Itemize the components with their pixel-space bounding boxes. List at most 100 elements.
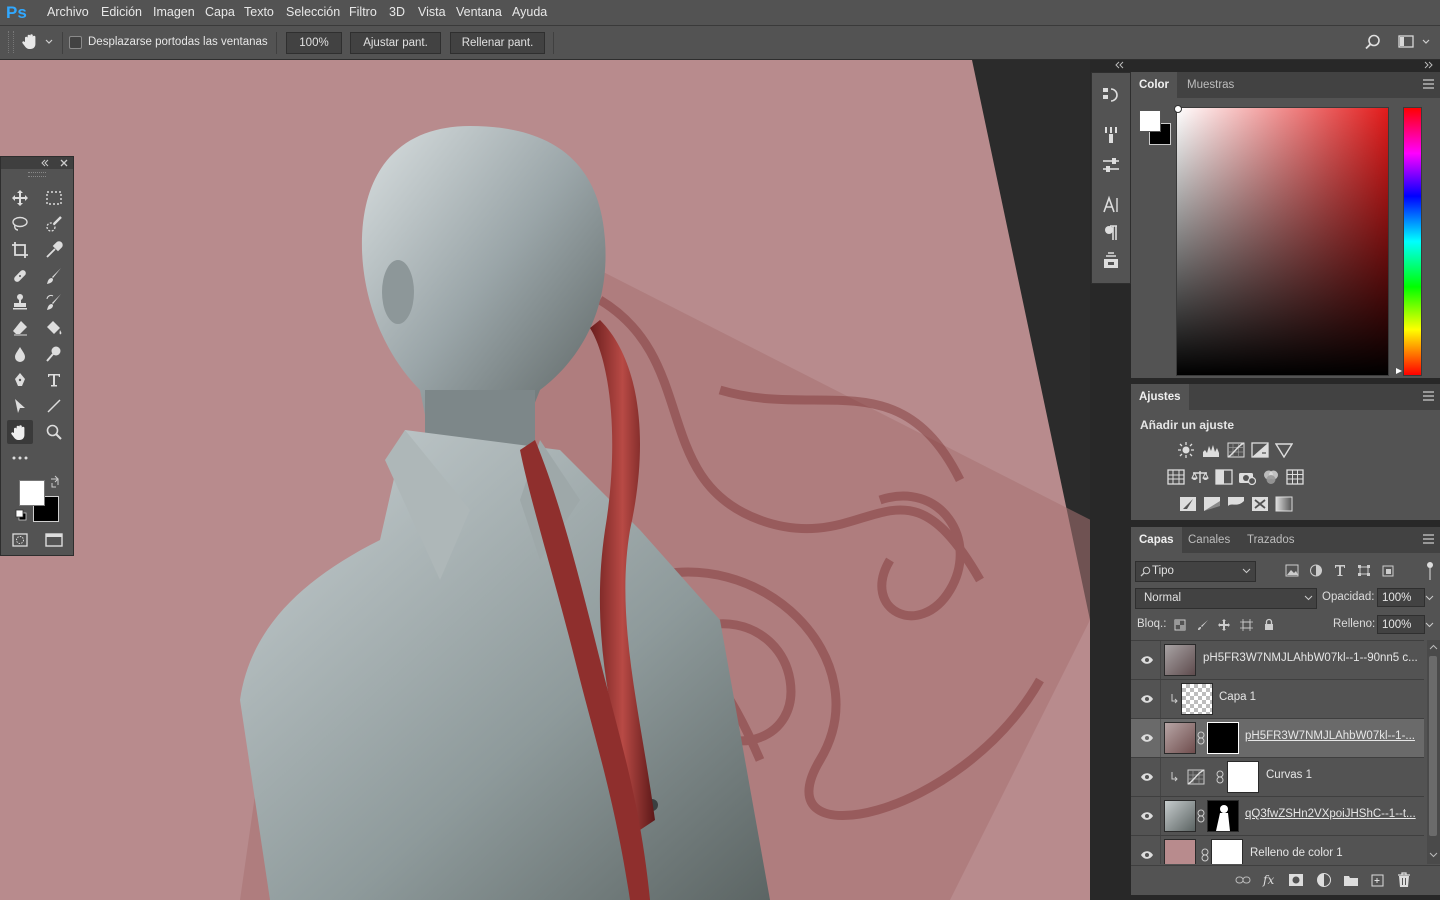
layer-name[interactable]: Curvas 1 bbox=[1266, 769, 1312, 781]
lasso-tool[interactable] bbox=[7, 212, 33, 236]
panel-menu-icon[interactable] bbox=[1423, 391, 1434, 401]
fill-screen-button[interactable]: Rellenar pant. bbox=[450, 32, 545, 54]
libraries-icon[interactable] bbox=[1101, 251, 1121, 271]
fit-screen-button[interactable]: Ajustar pant. bbox=[350, 32, 441, 54]
menu-filtro[interactable]: Filtro bbox=[349, 0, 377, 25]
layer-row[interactable]: pH5FR3W7NMJLAhbW07kl--1--90nn5 c... bbox=[1131, 640, 1424, 679]
fill-input[interactable]: 100% bbox=[1377, 615, 1425, 634]
stamp-tool[interactable] bbox=[7, 290, 33, 314]
eye-icon[interactable] bbox=[1140, 848, 1154, 862]
lock-transparency-icon[interactable] bbox=[1174, 619, 1186, 631]
move-tool[interactable] bbox=[7, 186, 33, 210]
exposure-icon[interactable] bbox=[1251, 442, 1269, 458]
brush-settings-icon[interactable] bbox=[1101, 125, 1121, 145]
new-group-icon[interactable] bbox=[1343, 873, 1359, 887]
screen-mode-button[interactable] bbox=[41, 528, 67, 552]
new-adjustment-layer-icon[interactable] bbox=[1316, 872, 1332, 888]
menu-imagen[interactable]: Imagen bbox=[153, 0, 195, 25]
menu-ayuda[interactable]: Ayuda bbox=[512, 0, 547, 25]
pen-tool[interactable] bbox=[7, 368, 33, 392]
eye-icon[interactable] bbox=[1140, 653, 1154, 667]
hue-slider-handle[interactable] bbox=[1395, 367, 1403, 375]
filter-adjustment-icon[interactable] bbox=[1309, 564, 1323, 577]
menu-texto[interactable]: Texto bbox=[244, 0, 274, 25]
layer-mask-thumbnail[interactable] bbox=[1207, 722, 1239, 754]
color-lookup-icon[interactable] bbox=[1286, 469, 1304, 485]
tab-muestras[interactable]: Muestras bbox=[1179, 72, 1242, 98]
filter-smartobject-icon[interactable] bbox=[1381, 564, 1395, 577]
hue-slider[interactable] bbox=[1403, 107, 1422, 376]
lock-pixels-icon[interactable] bbox=[1197, 619, 1209, 631]
layer-row-selected[interactable]: pH5FR3W7NMJLAhbW07kl--1-... bbox=[1131, 718, 1424, 757]
menu-archivo[interactable]: Archivo bbox=[47, 0, 89, 25]
fx-icon[interactable]: fx bbox=[1262, 872, 1278, 888]
marquee-tool[interactable] bbox=[41, 186, 67, 210]
blend-mode-select[interactable]: Normal bbox=[1135, 588, 1317, 609]
quick-mask-button[interactable] bbox=[7, 528, 33, 552]
lock-artboard-icon[interactable] bbox=[1240, 619, 1253, 631]
layer-name[interactable]: Relleno de color 1 bbox=[1250, 847, 1343, 859]
selective-color-icon[interactable] bbox=[1251, 496, 1269, 512]
line-tool[interactable] bbox=[41, 394, 67, 418]
filter-shape-icon[interactable] bbox=[1357, 564, 1371, 577]
layers-scrollbar[interactable] bbox=[1427, 640, 1440, 864]
tab-canales[interactable]: Canales bbox=[1180, 527, 1238, 553]
paragraph-icon[interactable] bbox=[1101, 223, 1121, 243]
tab-capas[interactable]: Capas bbox=[1131, 527, 1182, 553]
dodge-tool[interactable] bbox=[41, 342, 67, 366]
color-panel-fg-swatch[interactable] bbox=[1139, 110, 1161, 132]
zoom-tool[interactable] bbox=[41, 420, 67, 444]
layer-filter-select[interactable]: Tipo bbox=[1135, 561, 1256, 582]
document-canvas[interactable] bbox=[0, 60, 1090, 900]
tab-color[interactable]: Color bbox=[1131, 72, 1178, 98]
hand-tool[interactable] bbox=[7, 420, 33, 444]
panel-menu-icon[interactable] bbox=[1423, 534, 1434, 544]
paint-bucket-tool[interactable] bbox=[41, 316, 67, 340]
tools-panel-header[interactable] bbox=[1, 157, 73, 169]
gradient-map-icon[interactable] bbox=[1275, 496, 1293, 512]
menu-3d[interactable]: 3D bbox=[389, 0, 405, 25]
layer-mask-thumbnail[interactable] bbox=[1227, 761, 1259, 793]
history-icon[interactable] bbox=[1101, 85, 1121, 105]
menu-seleccion[interactable]: Selección bbox=[286, 0, 340, 25]
new-layer-icon[interactable] bbox=[1370, 872, 1386, 888]
scrollbar-thumb[interactable] bbox=[1429, 656, 1437, 836]
eyedropper-tool[interactable] bbox=[41, 238, 67, 262]
tool-preset-picker[interactable] bbox=[20, 32, 56, 52]
trash-icon[interactable] bbox=[1397, 872, 1411, 888]
collapse-dock-icon[interactable] bbox=[1114, 61, 1124, 69]
properties-icon[interactable] bbox=[1101, 155, 1121, 175]
workspace-switcher[interactable] bbox=[1398, 34, 1432, 50]
layer-name[interactable]: pH5FR3W7NMJLAhbW07kl--1-... bbox=[1245, 730, 1415, 742]
posterize-icon[interactable] bbox=[1203, 496, 1221, 512]
filter-pixel-icon[interactable] bbox=[1285, 564, 1299, 577]
expand-panels-icon[interactable] bbox=[1424, 61, 1434, 69]
chevron-down-icon[interactable] bbox=[1425, 622, 1434, 629]
tab-ajustes[interactable]: Ajustes bbox=[1131, 384, 1189, 410]
layer-row[interactable]: Capa 1 bbox=[1131, 679, 1424, 718]
options-grip[interactable] bbox=[8, 31, 14, 53]
character-icon[interactable] bbox=[1101, 195, 1121, 215]
filter-type-icon[interactable] bbox=[1333, 564, 1347, 577]
brush-tool[interactable] bbox=[41, 264, 67, 288]
tab-trazados[interactable]: Trazados bbox=[1239, 527, 1303, 553]
blur-tool[interactable] bbox=[7, 342, 33, 366]
color-field-picker[interactable] bbox=[1176, 107, 1389, 376]
layer-mask-thumbnail[interactable] bbox=[1211, 839, 1243, 864]
swap-colors-icon[interactable] bbox=[48, 475, 62, 489]
menu-ventana[interactable]: Ventana bbox=[456, 0, 502, 25]
hue-sat-icon[interactable] bbox=[1167, 469, 1185, 485]
channel-mixer-icon[interactable] bbox=[1262, 469, 1280, 485]
menu-capa[interactable]: Capa bbox=[205, 0, 235, 25]
photo-filter-icon[interactable] bbox=[1238, 469, 1256, 485]
eye-icon[interactable] bbox=[1140, 692, 1154, 706]
color-picker-handle[interactable] bbox=[1174, 105, 1182, 113]
layer-name[interactable]: qQ3fwZSHn2VXpoiJHShC--1--t... bbox=[1245, 808, 1416, 820]
lock-position-icon[interactable] bbox=[1218, 619, 1230, 631]
type-tool[interactable] bbox=[41, 368, 67, 392]
opacity-input[interactable]: 100% bbox=[1377, 588, 1425, 607]
brightness-icon[interactable] bbox=[1177, 442, 1195, 458]
layer-name[interactable]: pH5FR3W7NMJLAhbW07kl--1--90nn5 c... bbox=[1203, 652, 1418, 664]
lock-all-icon[interactable] bbox=[1264, 618, 1274, 631]
threshold-icon[interactable] bbox=[1227, 496, 1245, 512]
